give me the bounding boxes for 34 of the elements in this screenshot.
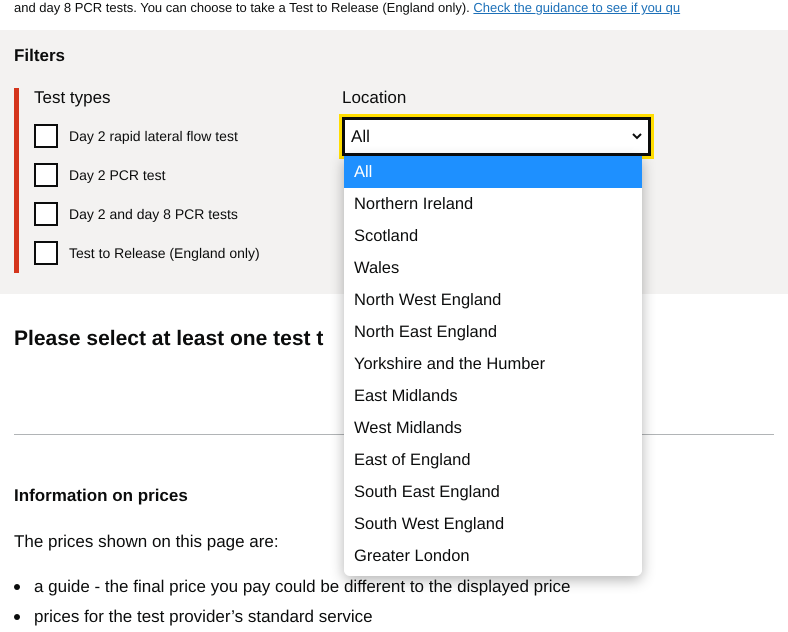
bullet-text: a guide - the final price you pay could be different to the displayed price xyxy=(34,576,570,598)
dropdown-option[interactable]: Scotland xyxy=(344,220,642,252)
intro-text: and day 8 PCR tests. You can choose to take a Test to Release (England only). Check the guidance to see if you qu xyxy=(13,0,682,17)
bullet-icon xyxy=(14,584,20,590)
dropdown-option[interactable]: North West England xyxy=(344,284,642,316)
dropdown-option[interactable]: South East England xyxy=(344,476,642,508)
checkbox[interactable] xyxy=(34,162,58,186)
checkbox-label: Day 2 rapid lateral flow test xyxy=(69,128,238,144)
checkbox[interactable] xyxy=(34,124,58,148)
dropdown-option[interactable]: South West England xyxy=(344,508,642,540)
checkbox[interactable] xyxy=(34,202,58,226)
dropdown-option[interactable]: East of England xyxy=(344,444,642,476)
filters-heading: Filters xyxy=(14,45,66,66)
dropdown-option[interactable]: Wales xyxy=(344,252,642,284)
prices-intro: The prices shown on this page are: xyxy=(14,531,279,553)
dropdown-option[interactable]: Greater London xyxy=(344,540,642,572)
dropdown-option[interactable]: North East England xyxy=(344,316,642,348)
prices-heading: Information on prices xyxy=(14,485,188,507)
checkbox[interactable] xyxy=(34,240,58,264)
results-message: Please select at least one test t xyxy=(14,326,324,352)
guidance-link[interactable]: Check the guidance to see if you qu xyxy=(473,0,680,15)
checkbox-label: Test to Release (England only) xyxy=(69,244,260,260)
chevron-icon xyxy=(632,133,642,140)
dropdown-option[interactable]: Northern Ireland xyxy=(344,188,642,220)
dropdown-option[interactable]: West Midlands xyxy=(344,412,642,444)
bullet-icon xyxy=(14,614,20,620)
checkbox-label: Day 2 and day 8 PCR tests xyxy=(69,206,238,222)
location-label: Location xyxy=(342,88,406,108)
checkbox-label: Day 2 PCR test xyxy=(69,166,166,182)
location-select[interactable]: All xyxy=(342,117,651,156)
dropdown-option[interactable]: East Midlands xyxy=(344,380,642,412)
test-types-label: Test types xyxy=(34,88,111,108)
dropdown-option[interactable]: Yorkshire and the Humber xyxy=(344,348,642,380)
bullet-text: prices for the test provider’s standard service xyxy=(34,606,373,628)
